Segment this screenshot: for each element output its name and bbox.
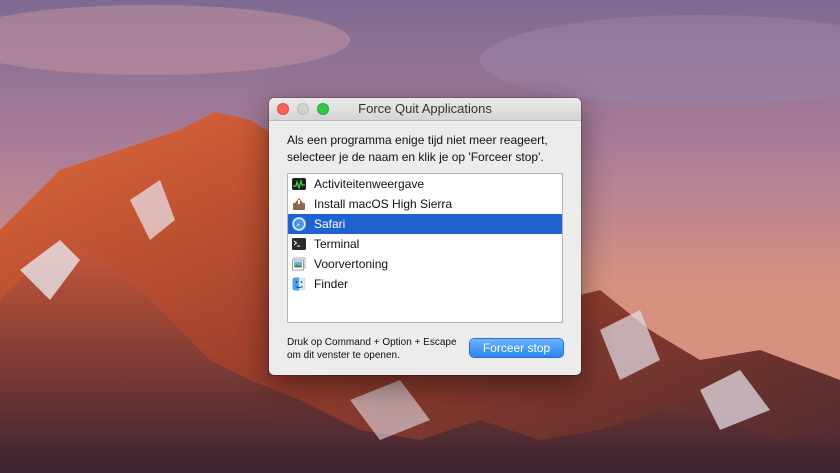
force-quit-window: Force Quit Applications Als een programm… <box>269 98 581 375</box>
installer-icon <box>292 197 306 211</box>
app-name: Activiteitenweergave <box>314 177 425 191</box>
app-row-install-macos[interactable]: Install macOS High Sierra <box>288 194 562 214</box>
app-name: Terminal <box>314 237 360 251</box>
app-row-finder[interactable]: Finder <box>288 274 562 294</box>
hint-line-2: om dit venster te openen. <box>287 350 400 361</box>
application-list[interactable]: Activiteitenweergave Install macOS High … <box>287 173 563 323</box>
instruction-line-2: selecteer je de naam en klik je op 'Forc… <box>287 150 544 164</box>
app-name: Safari <box>314 217 346 231</box>
terminal-icon <box>292 237 306 251</box>
title-bar[interactable]: Force Quit Applications <box>269 98 581 121</box>
app-name: Finder <box>314 277 349 291</box>
hint-line-1: Druk op Command + Option + Escape <box>287 337 457 348</box>
app-name: Voorvertoning <box>314 257 389 271</box>
preview-icon <box>292 257 306 271</box>
app-row-safari[interactable]: Safari <box>288 214 562 234</box>
force-quit-button[interactable]: Forceer stop <box>470 339 563 357</box>
instruction-line-1: Als een programma enige tijd niet meer r… <box>287 133 548 147</box>
instruction-text: Als een programma enige tijd niet meer r… <box>287 132 569 166</box>
keyboard-hint: Druk op Command + Option + Escape om dit… <box>287 336 487 362</box>
safari-compass-icon <box>292 217 306 231</box>
app-row-activity-monitor[interactable]: Activiteitenweergave <box>288 174 562 194</box>
window-title: Force Quit Applications <box>358 101 492 116</box>
finder-icon <box>292 277 306 291</box>
activity-monitor-icon <box>292 177 306 191</box>
app-row-preview[interactable]: Voorvertoning <box>288 254 562 274</box>
app-row-terminal[interactable]: Terminal <box>288 234 562 254</box>
app-name: Install macOS High Sierra <box>314 197 453 211</box>
